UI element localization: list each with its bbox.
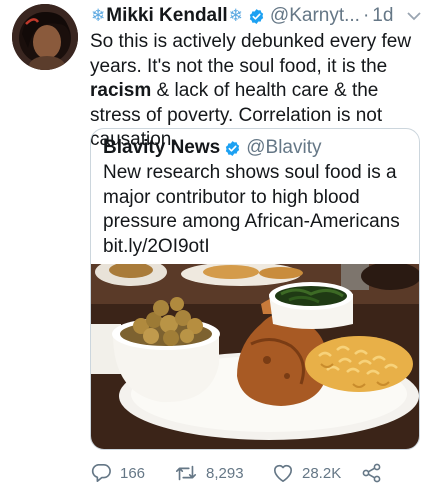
reply-button[interactable]: 166 bbox=[90, 463, 174, 483]
like-button[interactable]: 28.2K bbox=[272, 463, 362, 483]
author-name[interactable]: Mikki Kendall bbox=[106, 5, 227, 27]
separator-dot: · bbox=[362, 5, 370, 26]
share-icon bbox=[362, 463, 381, 483]
retweet-count: 8,293 bbox=[206, 464, 244, 482]
retweet-button[interactable]: 8,293 bbox=[174, 463, 272, 483]
avatar-image bbox=[12, 4, 78, 70]
share-button[interactable] bbox=[362, 463, 390, 483]
tweet-header: ❄ Mikki Kendall ❄ @Karnyt... · 1d bbox=[90, 2, 430, 30]
tweet-actions: 166 8,293 28.2K bbox=[90, 460, 430, 486]
reply-count: 166 bbox=[120, 464, 146, 482]
quoted-tweet-image[interactable] bbox=[91, 264, 419, 449]
verified-badge-icon bbox=[249, 8, 264, 24]
reply-icon bbox=[91, 464, 111, 482]
retweet-icon bbox=[175, 465, 197, 481]
quoted-author-name: Blavity News bbox=[103, 137, 221, 158]
verified-badge-icon bbox=[226, 140, 240, 156]
heart-icon bbox=[274, 464, 292, 482]
quoted-tweet-text: New research shows soul food is a major … bbox=[103, 162, 400, 257]
tweet-text-bold: racism bbox=[90, 80, 152, 101]
quoted-tweet-card[interactable]: Blavity News @Blavity New research shows… bbox=[90, 128, 420, 450]
author-avatar[interactable] bbox=[12, 4, 78, 70]
quoted-tweet-header: Blavity News @Blavity bbox=[103, 135, 321, 161]
chevron-down-icon[interactable] bbox=[407, 8, 422, 24]
snowflake-icon: ❄ bbox=[228, 6, 243, 25]
snowflake-icon: ❄ bbox=[91, 6, 106, 25]
like-count: 28.2K bbox=[302, 464, 342, 482]
author-handle[interactable]: @Karnyt... bbox=[270, 5, 360, 27]
quoted-author-handle: @Blavity bbox=[246, 137, 322, 158]
tweet-text-part-1: So this is actively debunked every few y… bbox=[90, 31, 412, 77]
tweet-timestamp[interactable]: 1d bbox=[372, 5, 393, 27]
